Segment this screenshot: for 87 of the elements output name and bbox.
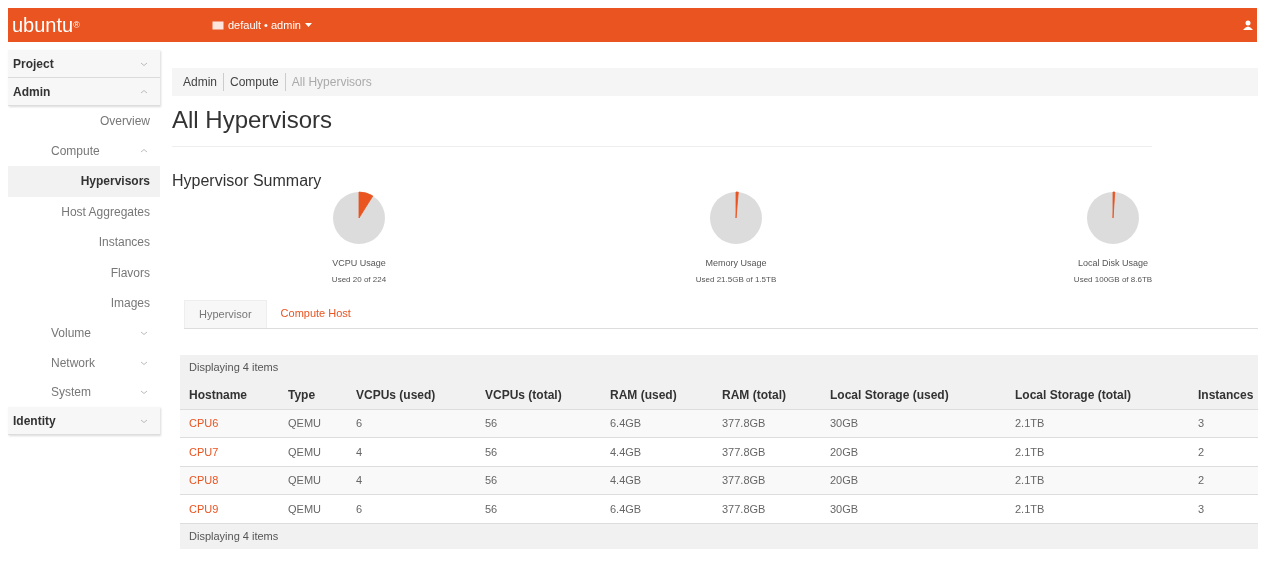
sidebar-item[interactable]: Images (8, 288, 160, 319)
table-cell-text: 2 (1198, 444, 1206, 460)
table-cell-text: 2.1TB (1015, 444, 1046, 460)
sidebar-item[interactable]: Host Aggregates (8, 196, 160, 227)
caret-icon (140, 148, 148, 155)
pie-chart (709, 191, 763, 245)
pie-chart (1086, 191, 1140, 245)
table-cell-text: 377.8GB (722, 473, 767, 488)
user-icon[interactable] (1243, 20, 1253, 30)
table-cell-text: 3 (1198, 501, 1206, 517)
window-icon (212, 20, 224, 30)
tab[interactable]: Compute Host (266, 299, 365, 328)
breadcrumb-link[interactable]: Admin (183, 73, 217, 91)
chart-reading: Used 100GB of 8.6TB (1073, 273, 1153, 286)
logo[interactable]: ubuntu$^{®}$ (12, 10, 212, 40)
table-cell-text: QEMU (288, 416, 322, 431)
chart-label: Memory Usage (705, 257, 767, 270)
table-cell-text: 20GB (830, 444, 860, 460)
caret-icon (140, 359, 148, 366)
table-cell-text: 56 (485, 501, 499, 517)
chart-reading: Used 21.5GB of 1.5TB (695, 273, 777, 286)
sidebar-group[interactable]: Compute (8, 136, 160, 166)
table-cell-text: 6.4GB (610, 416, 643, 431)
table-cell-text: 2.1TB (1015, 416, 1046, 431)
table-cell-text: 56 (485, 444, 499, 460)
page-title: All Hypervisors (172, 102, 1152, 147)
table-cell-text: 6 (356, 416, 364, 431)
table-cell-text: 4 (356, 444, 364, 460)
table-cell-text: 6.4GB (610, 501, 643, 517)
project-menu[interactable]: default • admin (212, 16, 312, 34)
table-cell-text: 6 (356, 501, 364, 517)
sidebar-item[interactable]: Overview (8, 106, 160, 137)
sidebar-section[interactable]: Admin (8, 78, 160, 106)
section-title: Hypervisor Summary (172, 171, 323, 191)
table-cell-text: 377.8GB (722, 501, 767, 517)
column-header: Local Storage (total) (1015, 386, 1132, 404)
table-cell-text: 3 (1198, 416, 1206, 431)
hostname-link[interactable]: CPU7 (189, 443, 288, 460)
item-count: Displaying 4 items (188, 360, 280, 376)
column-header: Type (288, 386, 317, 404)
column-header: VCPUs (total) (485, 386, 563, 404)
hostname-link[interactable]: CPU9 (189, 500, 288, 517)
column-header: VCPUs (used) (356, 386, 437, 404)
table-cell-text: 2.1TB (1015, 501, 1046, 517)
chart-reading: Used 20 of 224 (331, 273, 387, 286)
column-header: RAM (total) (722, 386, 787, 404)
caret-icon (140, 417, 148, 424)
table-cell-text: 20GB (830, 473, 860, 488)
column-header: Local Storage (used) (830, 386, 950, 404)
table-cell-text: QEMU (288, 473, 322, 488)
table-cell-text: QEMU (288, 501, 322, 517)
sidebar-section[interactable]: Identity (8, 407, 160, 435)
table-cell-text: 56 (485, 416, 499, 431)
sidebar-section[interactable]: Project (8, 50, 160, 78)
caret-icon (140, 330, 148, 337)
sidebar-item[interactable]: Instances (8, 227, 160, 258)
breadcrumb-link[interactable]: Compute (223, 73, 279, 91)
caret-icon (140, 389, 148, 396)
column-header: Instances (1198, 386, 1255, 404)
sidebar-group[interactable]: System (8, 377, 160, 407)
tab[interactable]: Hypervisor (184, 299, 267, 328)
table-cell-text: 377.8GB (722, 416, 767, 431)
column-header: RAM (used) (610, 386, 678, 404)
caret-icon (304, 23, 312, 27)
table-cell-text: 30GB (830, 501, 860, 517)
sidebar-item[interactable]: Flavors (8, 257, 160, 288)
sidebar-group[interactable]: Volume (8, 318, 160, 348)
chart-label: Local Disk Usage (1078, 257, 1148, 270)
table-cell-text: 2 (1198, 473, 1206, 488)
chart-label: VCPU Usage (332, 257, 386, 270)
item-count: Displaying 4 items (180, 522, 1258, 549)
table-cell-text: 2.1TB (1015, 473, 1046, 488)
table-cell-text: 56 (485, 473, 499, 488)
table-cell-text: 4 (356, 473, 364, 488)
table-cell-text: 377.8GB (722, 444, 767, 460)
sidebar-group[interactable]: Network (8, 348, 160, 378)
table-cell-text: 4.4GB (610, 473, 643, 488)
caret-icon (140, 60, 148, 67)
sidebar-item[interactable]: Hypervisors (8, 166, 160, 197)
pie-chart (332, 191, 386, 245)
table-cell-text: 30GB (830, 416, 860, 431)
column-header: Hostname (189, 386, 248, 404)
table-cell-text: 4.4GB (610, 444, 643, 460)
caret-icon (140, 88, 148, 95)
hostname-link[interactable]: CPU8 (189, 472, 288, 489)
table-cell-text: QEMU (288, 444, 322, 460)
hostname-link[interactable]: CPU6 (189, 415, 288, 432)
